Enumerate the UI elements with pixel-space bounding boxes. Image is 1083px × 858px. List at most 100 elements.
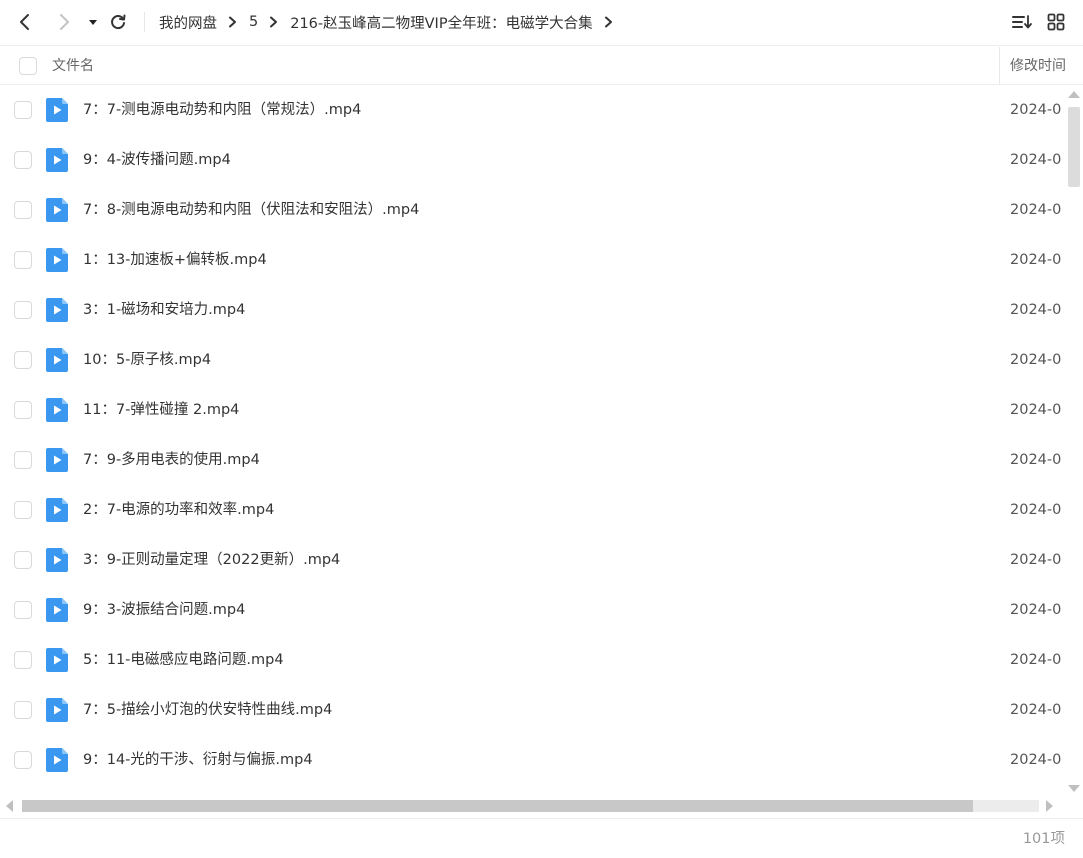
file-checkbox[interactable] (14, 451, 32, 469)
scroll-up-icon[interactable] (1067, 89, 1081, 99)
chevron-right-icon (60, 14, 69, 30)
video-file-icon (46, 298, 68, 326)
chevron-left-icon (20, 14, 29, 30)
file-modified-time: 2024-0 (1010, 602, 1062, 618)
breadcrumb-separator-icon (269, 16, 278, 28)
file-modified-time: 2024-0 (1010, 202, 1062, 218)
file-row[interactable]: 10：5-原子核.mp4 2024-0 (0, 336, 1066, 386)
file-row[interactable]: 7：8-测电源电动势和内阻（伏阻法和安阻法）.mp4 2024-0 (0, 186, 1066, 236)
file-name[interactable]: 7：8-测电源电动势和内阻（伏阻法和安阻法）.mp4 (83, 186, 419, 234)
file-checkbox[interactable] (14, 351, 32, 369)
file-checkbox[interactable] (14, 301, 32, 319)
caret-down-icon (89, 20, 97, 25)
toolbar: 我的网盘 5 216-赵玉峰高二物理VIP全年班：电磁学大合集 (0, 0, 1083, 46)
file-name[interactable]: 9：3-波振结合问题.mp4 (83, 586, 245, 634)
file-name[interactable]: 7：7-测电源电动势和内阻（常规法）.mp4 (83, 86, 361, 134)
horizontal-scroll-thumb[interactable] (22, 800, 973, 812)
file-checkbox[interactable] (14, 201, 32, 219)
file-name[interactable]: 1：13-加速板+偏转板.mp4 (83, 236, 267, 284)
scroll-left-icon[interactable] (4, 799, 14, 813)
breadcrumb-expand-icon[interactable] (604, 16, 613, 28)
file-modified-time: 2024-0 (1010, 302, 1062, 318)
scroll-right-icon[interactable] (1045, 799, 1055, 813)
file-modified-time: 2024-0 (1010, 402, 1062, 418)
file-name[interactable]: 7：9-多用电表的使用.mp4 (83, 436, 260, 484)
file-row[interactable]: 3：1-磁场和安培力.mp4 2024-0 (0, 286, 1066, 336)
file-row[interactable]: 9：3-波振结合问题.mp4 2024-0 (0, 586, 1066, 636)
video-file-icon (46, 548, 68, 576)
file-row[interactable]: 3：9-正则动量定理（2022更新）.mp4 2024-0 (0, 536, 1066, 586)
file-checkbox[interactable] (14, 701, 32, 719)
file-name[interactable]: 9：14-光的干涉、衍射与偏振.mp4 (83, 736, 313, 784)
breadcrumb-item-5[interactable]: 5 (249, 14, 258, 30)
file-row[interactable]: 7：9-多用电表的使用.mp4 2024-0 (0, 436, 1066, 486)
file-name[interactable]: 10：5-原子核.mp4 (83, 336, 211, 384)
video-file-icon (46, 448, 68, 476)
file-modified-time: 2024-0 (1010, 752, 1062, 768)
file-name[interactable]: 5：11-电磁感应电路问题.mp4 (83, 636, 284, 684)
select-all-checkbox[interactable] (19, 57, 37, 75)
file-checkbox[interactable] (14, 601, 32, 619)
vertical-scroll-thumb[interactable] (1068, 107, 1080, 187)
video-file-icon (46, 348, 68, 376)
file-row[interactable]: 7：7-测电源电动势和内阻（常规法）.mp4 2024-0 (0, 86, 1066, 136)
breadcrumb-separator-icon (228, 16, 237, 28)
horizontal-scrollbar[interactable] (0, 797, 1066, 815)
sort-button[interactable] (1007, 7, 1037, 37)
status-bar: 101项 (0, 818, 1083, 858)
video-file-icon (46, 98, 68, 126)
file-modified-time: 2024-0 (1010, 252, 1062, 268)
video-file-icon (46, 748, 68, 776)
file-name[interactable]: 3：1-磁场和安培力.mp4 (83, 286, 245, 334)
breadcrumb-item-root[interactable]: 我的网盘 (159, 12, 217, 33)
file-modified-time: 2024-0 (1010, 152, 1062, 168)
video-file-icon (46, 698, 68, 726)
file-name[interactable]: 11：7-弹性碰撞 2.mp4 (83, 386, 239, 434)
video-file-icon (46, 648, 68, 676)
file-name[interactable]: 2：7-电源的功率和效率.mp4 (83, 486, 274, 534)
video-file-icon (46, 198, 68, 226)
column-header-modified[interactable]: 修改时间 (1010, 47, 1066, 85)
sort-list-icon (1012, 15, 1032, 29)
file-checkbox[interactable] (14, 551, 32, 569)
file-checkbox[interactable] (14, 151, 32, 169)
breadcrumb: 我的网盘 5 216-赵玉峰高二物理VIP全年班：电磁学大合集 (159, 0, 625, 44)
file-row[interactable]: 2：7-电源的功率和效率.mp4 2024-0 (0, 486, 1066, 536)
file-modified-time: 2024-0 (1010, 552, 1062, 568)
back-button[interactable] (10, 7, 40, 37)
file-row[interactable]: 9：14-光的干涉、衍射与偏振.mp4 2024-0 (0, 736, 1066, 786)
column-divider[interactable] (999, 47, 1000, 84)
file-modified-time: 2024-0 (1010, 652, 1062, 668)
file-modified-time: 2024-0 (1010, 702, 1062, 718)
video-file-icon (46, 598, 68, 626)
refresh-button[interactable] (103, 7, 133, 37)
file-checkbox[interactable] (14, 751, 32, 769)
file-modified-time: 2024-0 (1010, 452, 1062, 468)
item-count: 101项 (1022, 831, 1065, 847)
file-name[interactable]: 9：4-波传播问题.mp4 (83, 136, 231, 184)
file-checkbox[interactable] (14, 251, 32, 269)
file-name[interactable]: 7：5-描绘小灯泡的伏安特性曲线.mp4 (83, 686, 332, 734)
vertical-scrollbar[interactable] (1066, 86, 1082, 798)
file-checkbox[interactable] (14, 401, 32, 419)
file-row[interactable]: 9：4-波传播问题.mp4 2024-0 (0, 136, 1066, 186)
scroll-down-icon[interactable] (1067, 784, 1081, 794)
grid-view-button[interactable] (1041, 7, 1071, 37)
file-modified-time: 2024-0 (1010, 102, 1062, 118)
file-modified-time: 2024-0 (1010, 352, 1062, 368)
toolbar-divider (144, 12, 145, 32)
file-checkbox[interactable] (14, 101, 32, 119)
file-row[interactable]: 5：11-电磁感应电路问题.mp4 2024-0 (0, 636, 1066, 686)
file-checkbox[interactable] (14, 501, 32, 519)
video-file-icon (46, 498, 68, 526)
column-header-name[interactable]: 文件名 (52, 47, 94, 85)
forward-button[interactable] (49, 7, 79, 37)
file-checkbox[interactable] (14, 651, 32, 669)
file-row[interactable]: 11：7-弹性碰撞 2.mp4 2024-0 (0, 386, 1066, 436)
file-name[interactable]: 3：9-正则动量定理（2022更新）.mp4 (83, 536, 340, 584)
file-row[interactable]: 1：13-加速板+偏转板.mp4 2024-0 (0, 236, 1066, 286)
grid-view-icon (1047, 13, 1065, 31)
file-row[interactable]: 7：5-描绘小灯泡的伏安特性曲线.mp4 2024-0 (0, 686, 1066, 736)
refresh-icon (111, 14, 126, 30)
breadcrumb-item-current[interactable]: 216-赵玉峰高二物理VIP全年班：电磁学大合集 (290, 12, 592, 33)
